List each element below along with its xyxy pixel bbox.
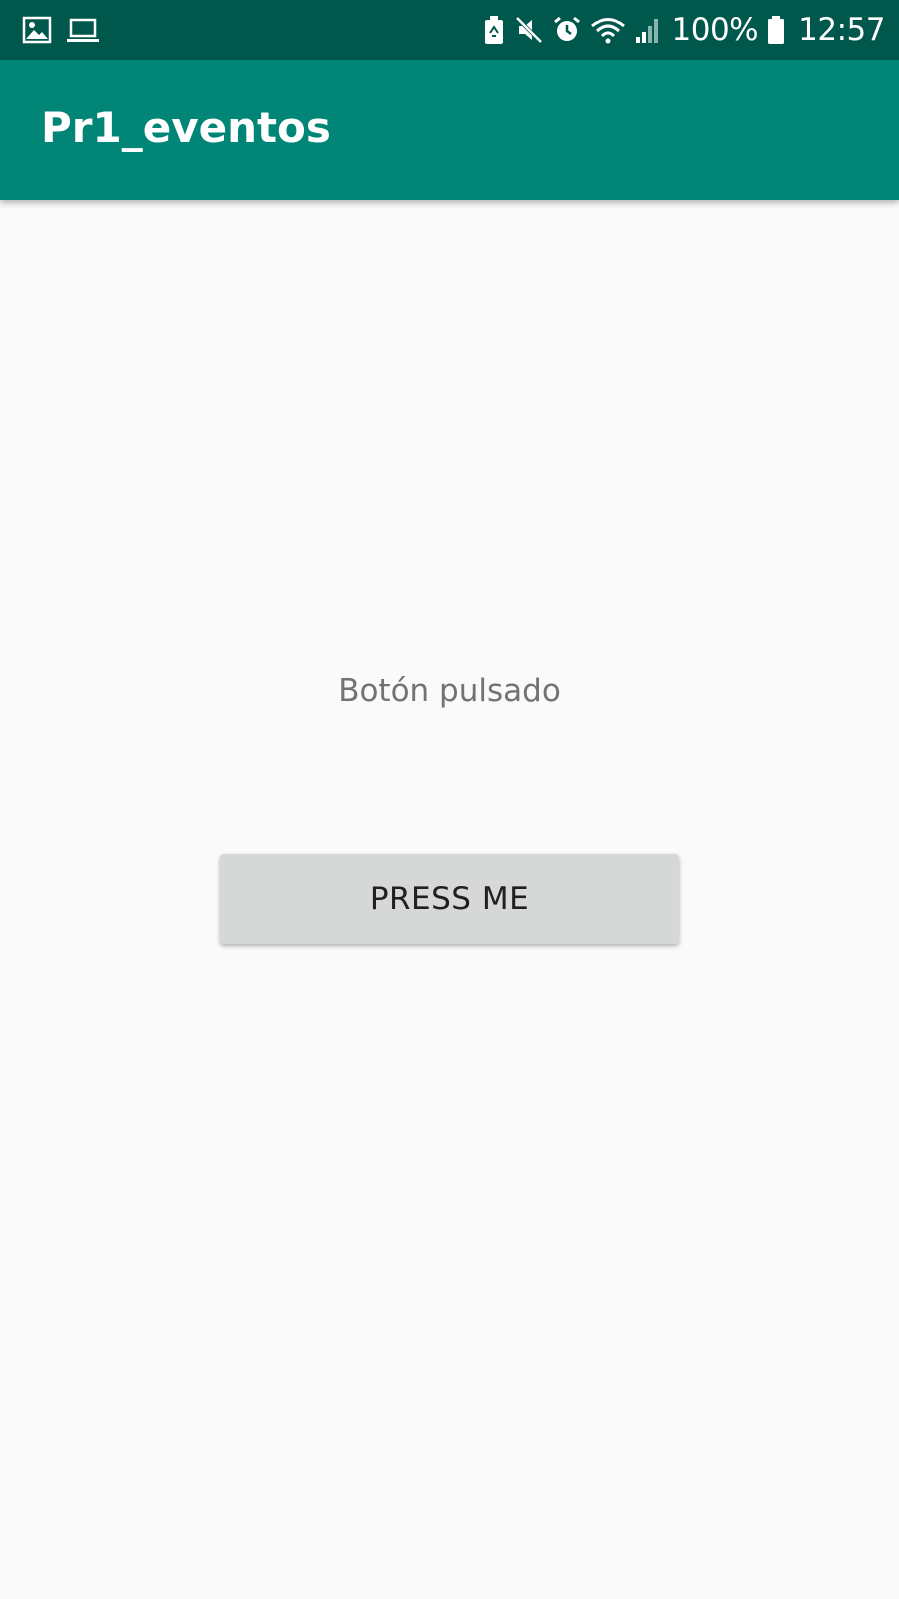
app-screen: 100% 12:57 Pr1_eventos Botón pulsado PRE…	[0, 0, 899, 1599]
laptop-icon	[66, 15, 100, 45]
result-text: Botón pulsado	[338, 673, 561, 709]
gallery-icon	[22, 15, 52, 45]
status-clock: 12:57	[798, 12, 885, 48]
status-bar: 100% 12:57	[0, 0, 899, 60]
signal-icon	[634, 15, 662, 45]
battery-icon	[766, 15, 786, 45]
battery-saver-icon	[482, 15, 506, 45]
press-me-button[interactable]: PRESS ME	[220, 854, 679, 944]
battery-percentage: 100%	[671, 12, 759, 48]
app-bar: Pr1_eventos	[0, 60, 899, 200]
app-title: Pr1_eventos	[41, 103, 331, 152]
mute-icon	[514, 15, 544, 45]
status-right-icons: 100% 12:57	[482, 10, 885, 50]
status-left-icons	[22, 15, 100, 45]
alarm-icon	[552, 15, 582, 45]
wifi-icon	[590, 15, 626, 45]
